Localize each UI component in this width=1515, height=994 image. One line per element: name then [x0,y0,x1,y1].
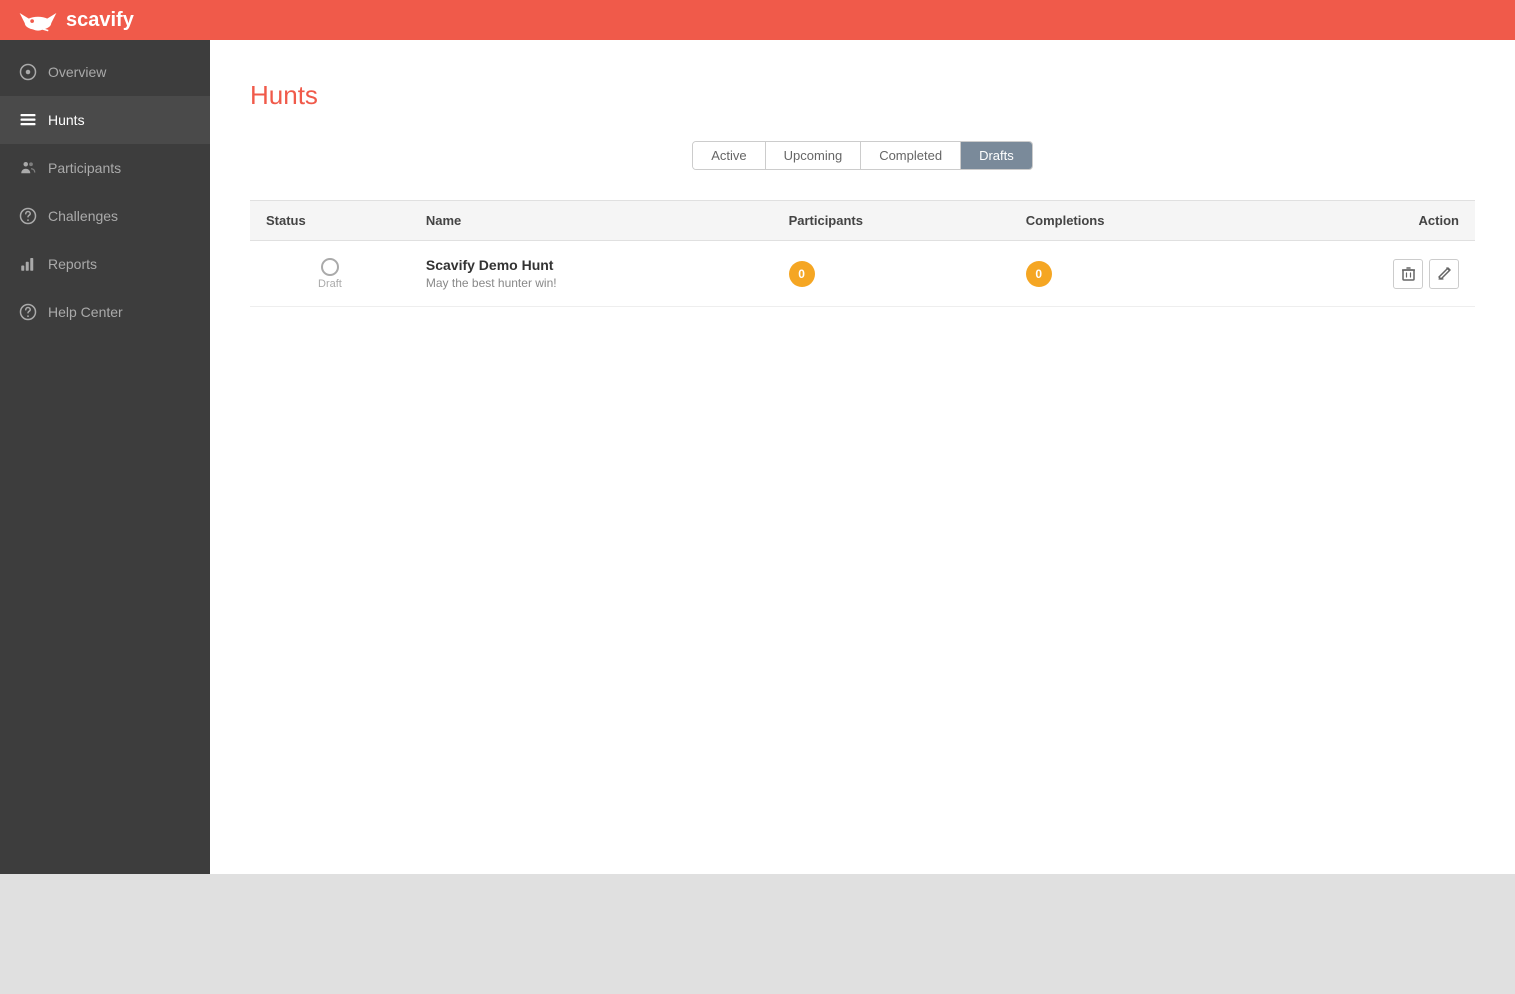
sidebar-item-overview-label: Overview [48,64,106,80]
participants-badge: 0 [789,261,815,287]
hunt-description: May the best hunter win! [426,276,757,290]
challenges-icon [18,206,38,226]
help-icon [18,302,38,322]
logo-area[interactable]: scavify [16,6,134,34]
sidebar-item-challenges-label: Challenges [48,208,118,224]
status-circle-icon [321,258,339,276]
table-row: Draft Scavify Demo Hunt May the best hun… [250,241,1475,307]
col-header-participants: Participants [773,201,1010,241]
tab-completed[interactable]: Completed [861,142,961,169]
sidebar: Overview Hunts Participan [0,40,210,874]
sidebar-item-help-label: Help Center [48,304,123,320]
completions-badge: 0 [1026,261,1052,287]
sidebar-item-reports-label: Reports [48,256,97,272]
hunts-icon [18,110,38,130]
status-label: Draft [318,278,342,290]
tab-upcoming[interactable]: Upcoming [766,142,862,169]
page-title: Hunts [250,80,1475,111]
participants-cell: 0 [773,241,1010,307]
participants-icon [18,158,38,178]
col-header-name: Name [410,201,773,241]
tab-drafts[interactable]: Drafts [961,142,1032,169]
hunts-table: Status Name Participants Completions Act… [250,200,1475,307]
action-cell [1257,241,1475,307]
sidebar-item-hunts[interactable]: Hunts [0,96,210,144]
col-header-action: Action [1257,201,1475,241]
col-header-completions: Completions [1010,201,1257,241]
sidebar-item-reports[interactable]: Reports [0,240,210,288]
completions-cell: 0 [1010,241,1257,307]
sidebar-item-challenges[interactable]: Challenges [0,192,210,240]
sidebar-item-hunts-label: Hunts [48,112,85,128]
sidebar-item-help-center[interactable]: Help Center [0,288,210,336]
logo-text: scavify [66,9,134,32]
sidebar-item-participants[interactable]: Participants [0,144,210,192]
overview-icon [18,62,38,82]
sidebar-item-participants-label: Participants [48,160,121,176]
tabs-container: Active Upcoming Completed Drafts [250,141,1475,170]
hunt-name: Scavify Demo Hunt [426,257,757,273]
tab-active[interactable]: Active [693,142,765,169]
status-cell: Draft [250,241,410,307]
hunt-name-cell: Scavify Demo Hunt May the best hunter wi… [410,241,773,307]
col-header-status: Status [250,201,410,241]
footer-area [0,874,1515,994]
tab-group: Active Upcoming Completed Drafts [692,141,1032,170]
topbar: scavify [0,0,1515,40]
sidebar-item-overview[interactable]: Overview [0,48,210,96]
edit-button[interactable] [1429,259,1459,289]
delete-button[interactable] [1393,259,1423,289]
reports-icon [18,254,38,274]
table-header-row: Status Name Participants Completions Act… [250,201,1475,241]
main-content: Hunts Active Upcoming Completed Drafts S… [210,40,1515,874]
